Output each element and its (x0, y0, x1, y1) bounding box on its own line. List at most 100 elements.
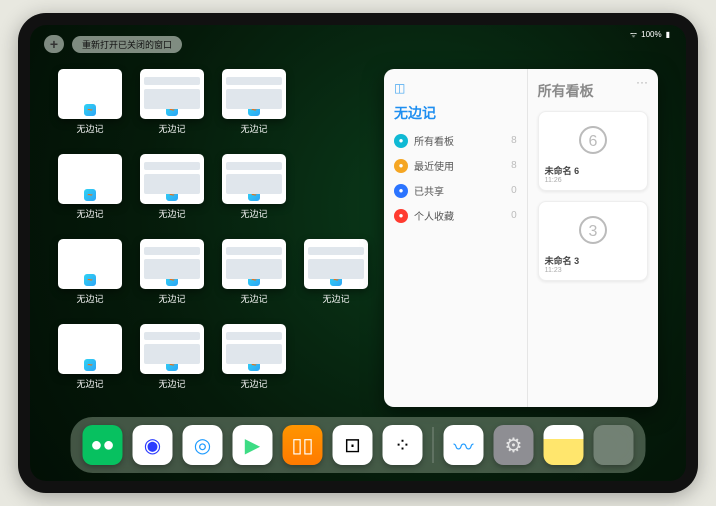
dock-app-settings[interactable]: ⚙ (494, 425, 534, 465)
board-preview: 6 (545, 118, 641, 162)
dock-app-dice[interactable]: ⊡ (333, 425, 373, 465)
board-preview: 3 (545, 208, 641, 252)
status-bar: ᯤ 100% ▮ (630, 29, 670, 40)
dock-app-nodes[interactable]: ⁘ (383, 425, 423, 465)
boards-pane: 所有看板 6 未命名 611:26 3 未命名 311:23 (528, 69, 658, 407)
window-label: 无边记 (240, 207, 267, 220)
freeform-app-icon (83, 273, 97, 287)
board-time: 11:26 (545, 177, 641, 184)
freeform-app-icon (165, 358, 179, 372)
window-label: 无边记 (76, 377, 103, 390)
new-window-button[interactable]: + (44, 35, 64, 53)
sidebar-item[interactable]: ●所有看板8 (394, 133, 517, 148)
category-icon: ● (394, 209, 408, 223)
reopen-closed-window-button[interactable]: 重新打开已关闭的窗口 (72, 36, 182, 53)
window-thumbnail[interactable]: 无边记 (222, 324, 286, 399)
window-thumbnail[interactable]: 无边记 (222, 154, 286, 229)
dock-app-library[interactable] (594, 425, 634, 465)
freeform-app-icon (165, 273, 179, 287)
battery-icon: ▮ (666, 30, 670, 39)
window-thumbnails-grid: 无边记无边记无边记无边记无边记无边记无边记无边记无边记无边记无边记无边记无边记 (58, 69, 368, 407)
category-label: 已共享 (414, 183, 444, 198)
board-card[interactable]: 3 未命名 311:23 (538, 201, 648, 281)
window-thumbnail[interactable]: 无边记 (140, 69, 204, 144)
svg-text:6: 6 (588, 133, 597, 150)
window-thumbnail[interactable]: 无边记 (140, 239, 204, 314)
board-name: 未命名 6 (545, 164, 641, 177)
freeform-app-icon (247, 273, 261, 287)
window-thumbnail[interactable]: 无边记 (140, 154, 204, 229)
window-thumbnail[interactable]: 无边记 (222, 69, 286, 144)
dock-app-freeform[interactable]: 〰 (444, 425, 484, 465)
window-preview (140, 154, 204, 204)
app-switcher-workspace: 无边记无边记无边记无边记无边记无边记无边记无边记无边记无边记无边记无边记无边记 … (58, 69, 658, 407)
window-label: 无边记 (158, 292, 185, 305)
window-preview (58, 69, 122, 119)
dock-app-wechat[interactable]: ●● (83, 425, 123, 465)
category-icon: ● (394, 159, 408, 173)
dock-separator (433, 427, 434, 463)
sidebar-item[interactable]: ●最近使用8 (394, 158, 517, 173)
window-thumbnail[interactable]: 无边记 (222, 239, 286, 314)
window-label: 无边记 (76, 207, 103, 220)
window-label: 无边记 (240, 122, 267, 135)
window-preview (140, 324, 204, 374)
window-preview (304, 239, 368, 289)
freeform-app-icon (165, 103, 179, 117)
window-thumbnail[interactable]: 无边记 (58, 324, 122, 399)
board-name: 未命名 3 (545, 254, 641, 267)
dock-app-qqbrowser[interactable]: ◎ (183, 425, 223, 465)
category-icon: ● (394, 184, 408, 198)
window-label: 无边记 (158, 122, 185, 135)
category-count: 0 (511, 210, 517, 221)
window-thumbnail[interactable]: 无边记 (304, 239, 368, 314)
freeform-app-icon (83, 358, 97, 372)
window-preview (222, 69, 286, 119)
window-preview (58, 239, 122, 289)
dock-app-quark[interactable]: ◉ (133, 425, 173, 465)
sidebar-toggle-icon[interactable]: ◫ (394, 81, 517, 95)
board-card[interactable]: 6 未命名 611:26 (538, 111, 648, 191)
freeform-app-icon (83, 188, 97, 202)
window-preview (222, 324, 286, 374)
window-label: 无边记 (76, 122, 103, 135)
category-count: 8 (511, 160, 517, 171)
window-preview (140, 69, 204, 119)
front-window-panel[interactable]: ··· ◫ 无边记 ●所有看板8●最近使用8●已共享0●个人收藏0 所有看板 6… (384, 69, 658, 407)
window-thumbnail[interactable]: 无边记 (140, 324, 204, 399)
window-preview (140, 239, 204, 289)
dock: ●●◉◎▶▯▯⊡⁘ 〰⚙ (71, 417, 646, 473)
dock-app-play[interactable]: ▶ (233, 425, 273, 465)
window-label: 无边记 (240, 377, 267, 390)
board-time: 11:23 (545, 267, 641, 274)
window-thumbnail[interactable]: 无边记 (58, 69, 122, 144)
sidebar-title: 无边记 (394, 103, 517, 123)
top-bar: + 重新打开已关闭的窗口 (44, 35, 182, 53)
battery-label: 100% (641, 30, 661, 39)
window-thumbnail[interactable]: 无边记 (58, 239, 122, 314)
freeform-app-icon (165, 188, 179, 202)
dock-app-books[interactable]: ▯▯ (283, 425, 323, 465)
sidebar-item[interactable]: ● 已共享 0 (394, 183, 517, 198)
freeform-app-icon (329, 273, 343, 287)
freeform-app-icon (247, 188, 261, 202)
svg-text:3: 3 (588, 223, 597, 240)
freeform-app-icon (83, 103, 97, 117)
window-label: 无边记 (240, 292, 267, 305)
window-thumbnail[interactable]: 无边记 (58, 154, 122, 229)
category-label: 个人收藏 (414, 208, 454, 223)
ipad-device-frame: ᯤ 100% ▮ + 重新打开已关闭的窗口 无边记无边记无边记无边记无边记无边记… (18, 13, 698, 493)
sidebar: ◫ 无边记 ●所有看板8●最近使用8●已共享0●个人收藏0 (384, 69, 528, 407)
category-label: 所有看板 (414, 133, 454, 148)
window-preview (222, 154, 286, 204)
sidebar-item[interactable]: ● 个人收藏 0 (394, 208, 517, 223)
more-icon[interactable]: ··· (636, 75, 648, 89)
category-count: 0 (511, 185, 517, 196)
category-count: 8 (511, 135, 517, 146)
wifi-icon: ᯤ (630, 29, 637, 40)
dock-app-notes[interactable] (544, 425, 584, 465)
window-label: 无边记 (158, 207, 185, 220)
ipad-screen: ᯤ 100% ▮ + 重新打开已关闭的窗口 无边记无边记无边记无边记无边记无边记… (30, 25, 686, 481)
window-label: 无边记 (76, 292, 103, 305)
boards-title: 所有看板 (538, 81, 648, 101)
